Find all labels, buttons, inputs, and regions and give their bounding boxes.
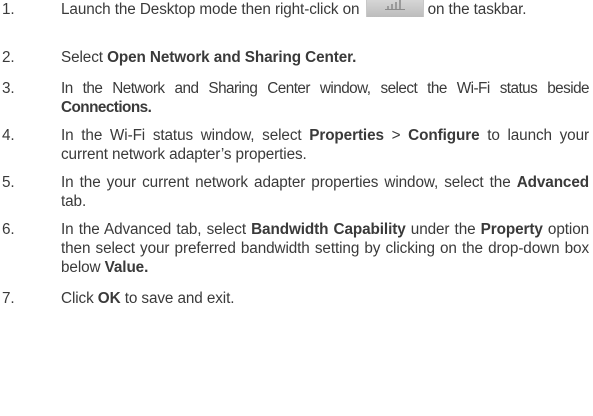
step-text: In the Wi-Fi status window, select Prope… [61,127,589,163]
step-number: 7. [2,290,15,307]
step-text: Click OK to save and exit. [61,290,235,307]
step-text: In the Advanced tab, select Bandwidth Ca… [61,221,590,276]
network-taskbar-icon [365,0,424,17]
step-text: Launch the Desktop mode then right-click… [61,0,589,19]
step-number: 2. [2,49,15,66]
step-number: 3. [2,80,15,97]
step-number: 6. [2,221,15,238]
step-number: 4. [2,127,15,144]
step-text: Select Open Network and Sharing Center. [61,49,357,66]
step-text: In the Network and Sharing Center window… [61,80,590,116]
step-number: 5. [2,174,15,191]
step-number: 1. [2,1,15,18]
instruction-list: 1. Launch the Desktop mode then right-cl… [0,0,593,416]
step-text: In the your current network adapter prop… [61,174,589,210]
